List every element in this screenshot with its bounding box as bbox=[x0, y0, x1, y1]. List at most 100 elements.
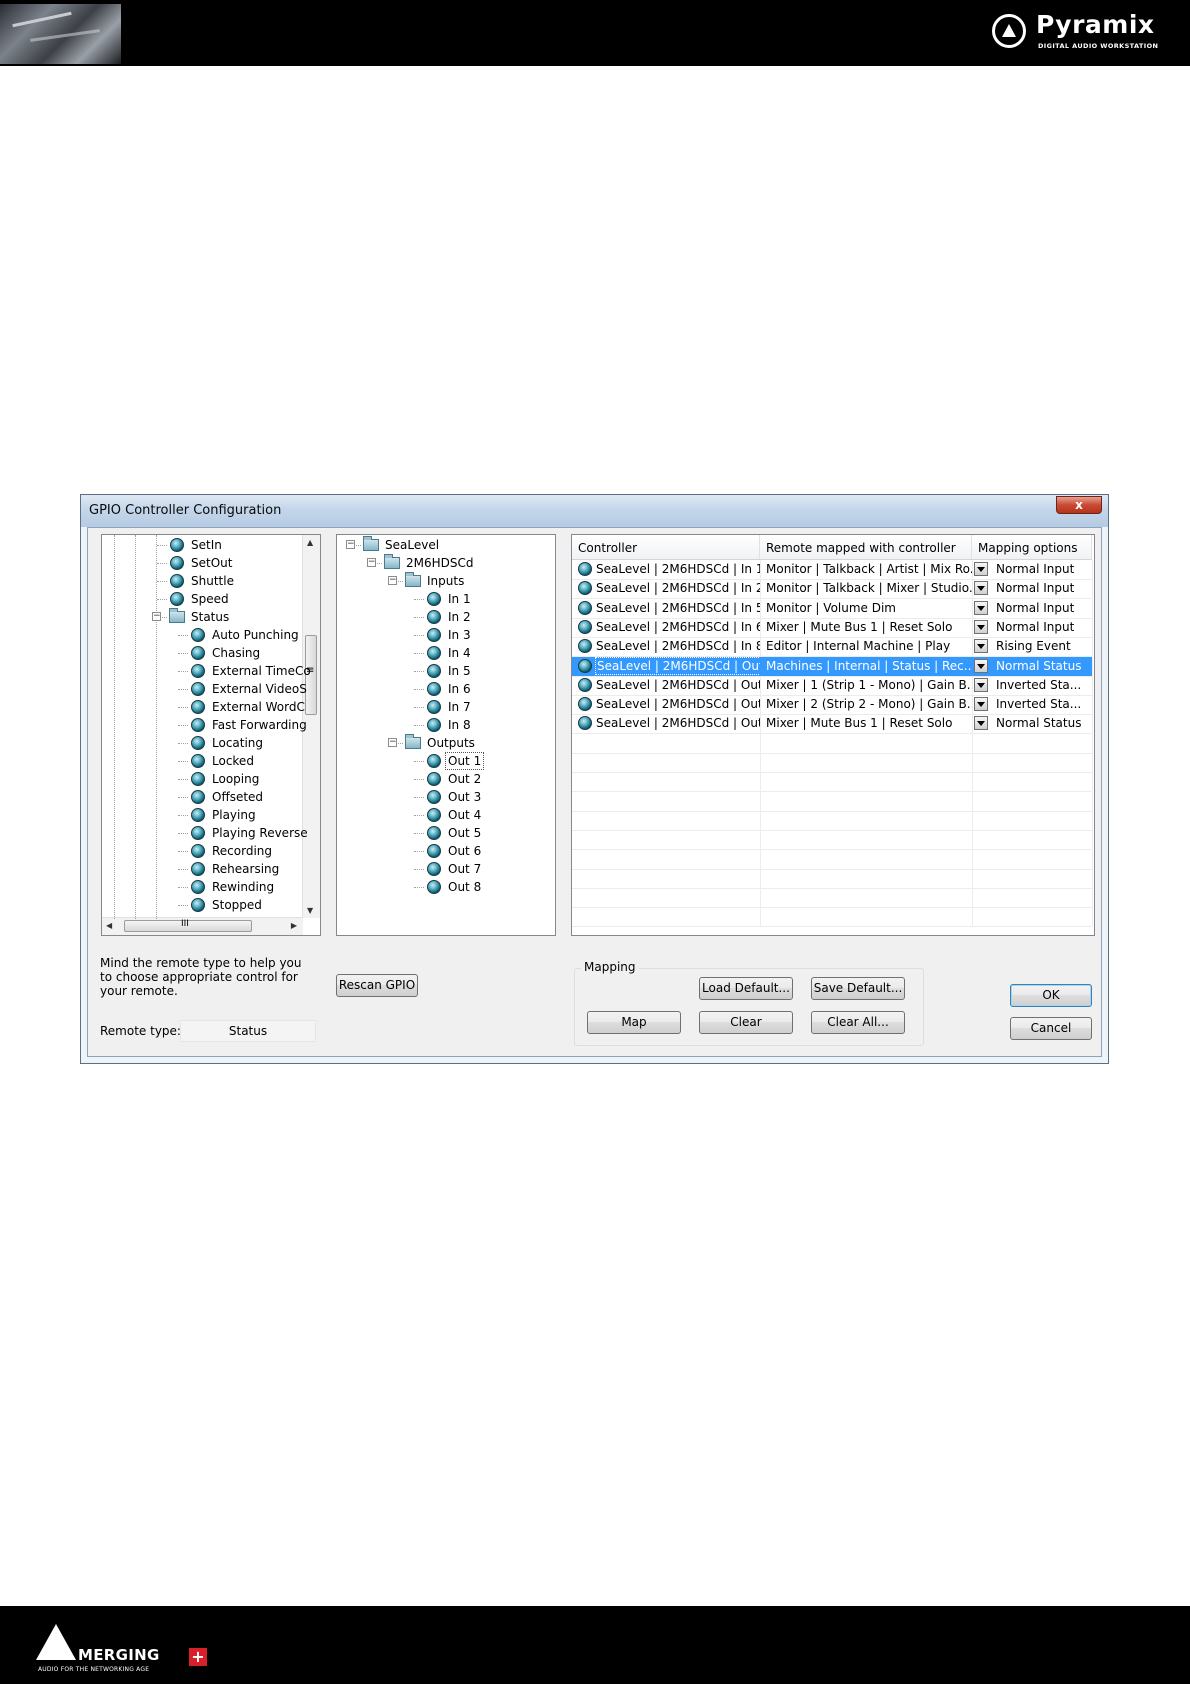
controller-tree-item[interactable]: − SeaLevel bbox=[337, 536, 555, 554]
remote-text: Mixer | 2 (Strip 2 - Mono) | Gain B... bbox=[766, 697, 973, 712]
ok-button[interactable]: OK bbox=[1010, 984, 1092, 1007]
close-button[interactable]: x bbox=[1056, 496, 1102, 514]
controller-tree-item[interactable]: In 8 bbox=[337, 716, 555, 734]
mapping-row[interactable]: SeaLevel | 2M6HDSCd | Out 1 Machines | In… bbox=[572, 656, 1093, 677]
map-button[interactable]: Map bbox=[587, 1011, 681, 1034]
cell-mapping-option[interactable]: Inverted Sta... bbox=[972, 695, 1093, 715]
collapse-icon[interactable]: − bbox=[388, 576, 397, 585]
dropdown-arrow-icon[interactable] bbox=[974, 581, 988, 596]
controller-tree-item[interactable]: − Outputs bbox=[337, 734, 555, 752]
dropdown-arrow-icon[interactable] bbox=[974, 619, 988, 634]
dropdown-arrow-icon[interactable] bbox=[974, 562, 988, 576]
controller-tree-item[interactable]: − 2M6HDSCd bbox=[337, 554, 555, 572]
cell-mapping-option[interactable]: Rising Event bbox=[972, 637, 1093, 657]
dialog-titlebar[interactable]: GPIO Controller Configuration x bbox=[81, 495, 1108, 527]
remote-tree-item[interactable]: Recording bbox=[102, 842, 320, 860]
cell-mapping-option[interactable]: Normal Status bbox=[972, 656, 1093, 676]
cell-mapping-option[interactable]: Normal Status bbox=[972, 714, 1093, 734]
cell-mapping-option[interactable]: Normal Input bbox=[972, 579, 1093, 599]
remote-tree-item[interactable]: − Status bbox=[102, 608, 320, 626]
remote-tree-item[interactable]: Rewinding bbox=[102, 878, 320, 896]
column-header-options[interactable]: Mapping options bbox=[972, 535, 1092, 559]
controller-tree-item[interactable]: In 7 bbox=[337, 698, 555, 716]
remote-tree-item[interactable]: Fast Forwarding bbox=[102, 716, 320, 734]
column-header-remote[interactable]: Remote mapped with controller bbox=[760, 535, 972, 559]
remote-tree-item[interactable]: Chasing bbox=[102, 644, 320, 662]
load-default-button[interactable]: Load Default... bbox=[699, 977, 793, 1000]
save-default-button[interactable]: Save Default... bbox=[811, 977, 905, 1000]
mapping-row[interactable]: SeaLevel | 2M6HDSCd | In 8 Editor | Inter… bbox=[572, 637, 1093, 658]
collapse-icon[interactable]: − bbox=[152, 612, 161, 621]
remote-tree-item[interactable]: Offseted bbox=[102, 788, 320, 806]
clear-all-button[interactable]: Clear All... bbox=[811, 1011, 905, 1034]
dropdown-arrow-icon[interactable] bbox=[974, 658, 988, 673]
column-header-controller[interactable]: Controller bbox=[572, 535, 760, 559]
cell-mapping-option[interactable]: Normal Input bbox=[972, 617, 1093, 637]
dropdown-arrow-icon[interactable] bbox=[974, 697, 988, 712]
mapping-row[interactable]: SeaLevel | 2M6HDSCd | Out 4 Mixer | 1 (St… bbox=[572, 675, 1093, 696]
cell-remote bbox=[760, 849, 973, 869]
cell-mapping-option[interactable]: Inverted Sta... bbox=[972, 675, 1093, 695]
remote-tree-item[interactable]: Auto Punching bbox=[102, 626, 320, 644]
remote-tree-item[interactable]: External VideoS bbox=[102, 680, 320, 698]
collapse-icon[interactable]: − bbox=[346, 540, 355, 549]
controller-tree-item[interactable]: Out 7 bbox=[337, 860, 555, 878]
controller-tree-item[interactable]: Out 3 bbox=[337, 788, 555, 806]
mapping-row[interactable]: SeaLevel | 2M6HDSCd | In 5 Monitor | Volu… bbox=[572, 598, 1093, 619]
remote-tree-item[interactable]: Locating bbox=[102, 734, 320, 752]
scroll-right-icon[interactable]: ▶ bbox=[291, 921, 297, 930]
dropdown-arrow-icon[interactable] bbox=[974, 600, 988, 615]
remote-tree-item[interactable]: Rehearsing bbox=[102, 860, 320, 878]
dropdown-arrow-icon[interactable] bbox=[974, 677, 988, 692]
tree-item-label: Recording bbox=[212, 844, 273, 858]
remote-tree-item[interactable]: Shuttle bbox=[102, 572, 320, 590]
controller-tree-item[interactable]: Out 1 bbox=[337, 752, 555, 770]
controller-tree-item[interactable]: − Inputs bbox=[337, 572, 555, 590]
remote-tree-item[interactable]: Playing bbox=[102, 806, 320, 824]
remote-tree-panel[interactable]: ▲ ≡ ▼ ◀ III ▶ SetIn SetOut Shuttle Speed − St… bbox=[101, 534, 321, 936]
remote-tree-item[interactable]: Locked bbox=[102, 752, 320, 770]
mapping-table[interactable]: Controller Remote mapped with controller… bbox=[571, 534, 1095, 936]
mapping-row[interactable]: SeaLevel | 2M6HDSCd | In 2 Monitor | Talk… bbox=[572, 579, 1093, 600]
scroll-left-icon[interactable]: ◀ bbox=[106, 921, 112, 930]
controller-tree-item[interactable]: Out 6 bbox=[337, 842, 555, 860]
controller-tree-item[interactable]: In 2 bbox=[337, 608, 555, 626]
controller-tree-item[interactable]: In 3 bbox=[337, 626, 555, 644]
remote-tree-item[interactable]: Playing Reverse bbox=[102, 824, 320, 842]
mapping-row[interactable]: SeaLevel | 2M6HDSCd | Out 6 Mixer | Mute … bbox=[572, 714, 1093, 735]
mapping-row[interactable]: SeaLevel | 2M6HDSCd | In 1 Monitor | Talk… bbox=[572, 560, 1093, 580]
remote-tree-item[interactable]: Looping bbox=[102, 770, 320, 788]
cell-mapping-option[interactable]: Normal Input bbox=[972, 560, 1093, 579]
collapse-icon[interactable]: − bbox=[388, 738, 397, 747]
tree-item-label: Shuttle bbox=[191, 574, 234, 588]
remote-tree-item[interactable]: External TimeCo bbox=[102, 662, 320, 680]
controller-tree-item[interactable]: Out 5 bbox=[337, 824, 555, 842]
remote-tree-item[interactable]: External WordC bbox=[102, 698, 320, 716]
cell-mapping-option[interactable]: Normal Input bbox=[972, 598, 1093, 618]
controller-tree-item[interactable]: Out 4 bbox=[337, 806, 555, 824]
controller-tree-item[interactable]: In 5 bbox=[337, 662, 555, 680]
remote-tree-hscroll-thumb[interactable]: III bbox=[124, 919, 252, 932]
controller-tree-item[interactable]: In 4 bbox=[337, 644, 555, 662]
controller-tree-item[interactable]: In 1 bbox=[337, 590, 555, 608]
remote-tree-item[interactable]: Stopped bbox=[102, 896, 320, 914]
dropdown-arrow-icon[interactable] bbox=[974, 639, 988, 654]
remote-tree-item[interactable]: SetOut bbox=[102, 554, 320, 572]
controller-text: SeaLevel | 2M6HDSCd | Out 4 bbox=[596, 677, 761, 692]
controller-tree-item[interactable]: Out 8 bbox=[337, 878, 555, 896]
controller-tree-item[interactable]: Out 2 bbox=[337, 770, 555, 788]
tree-item-label: Out 4 bbox=[448, 808, 482, 822]
remote-tree-hscrollbar[interactable]: ◀ III ▶ bbox=[102, 917, 303, 935]
cancel-button[interactable]: Cancel bbox=[1010, 1017, 1092, 1040]
control-node-icon bbox=[427, 700, 441, 714]
controller-tree-item[interactable]: In 6 bbox=[337, 680, 555, 698]
mapping-row[interactable]: SeaLevel | 2M6HDSCd | Out 5 Mixer | 2 (St… bbox=[572, 695, 1093, 716]
controller-tree-panel[interactable]: − SeaLevel −2M6HDSCd − Inputs In 1 In 2 In 3 In … bbox=[336, 534, 556, 936]
collapse-icon[interactable]: − bbox=[367, 558, 376, 567]
remote-tree-item[interactable]: SetIn bbox=[102, 536, 320, 554]
clear-button[interactable]: Clear bbox=[699, 1011, 793, 1034]
remote-tree-item[interactable]: Speed bbox=[102, 590, 320, 608]
dropdown-arrow-icon[interactable] bbox=[974, 716, 988, 731]
mapping-row[interactable]: SeaLevel | 2M6HDSCd | In 6 Mixer | Mute B… bbox=[572, 617, 1093, 638]
rescan-gpio-button[interactable]: Rescan GPIO bbox=[336, 974, 418, 997]
